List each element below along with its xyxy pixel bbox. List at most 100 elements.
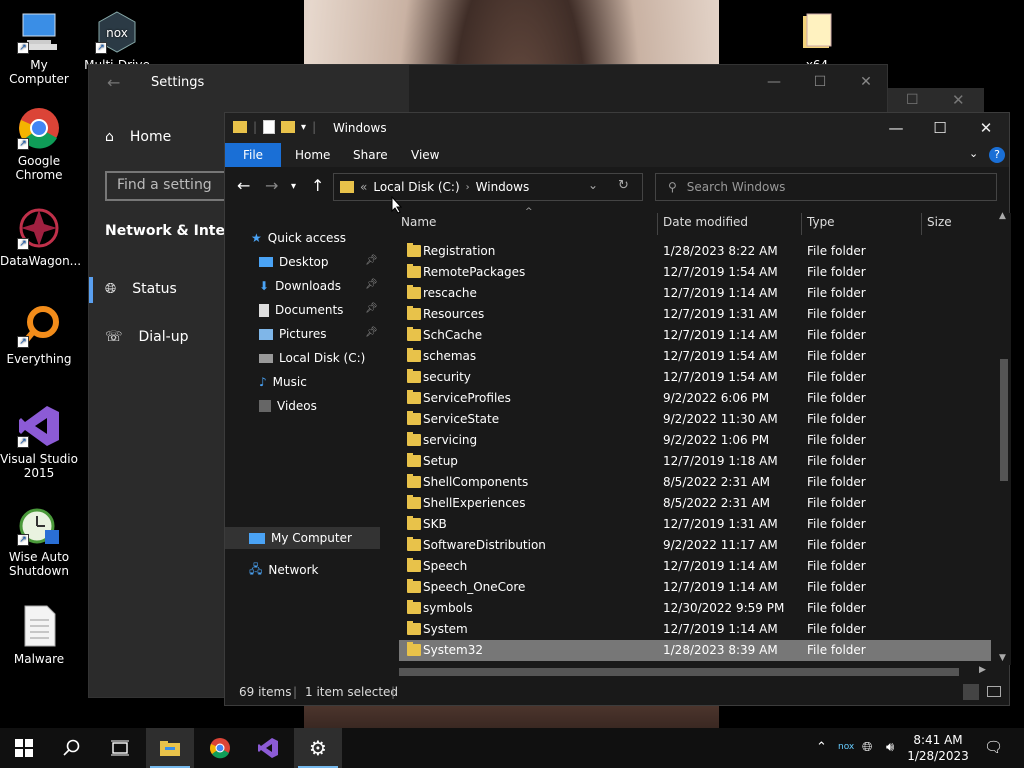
settings-item-status[interactable]: 🌐︎ Status [105,281,177,297]
column-type[interactable]: Type [807,215,835,229]
file-row[interactable]: System32 1/28/2023 8:39 AM File folder [399,640,991,661]
nav-item-pictures[interactable]: Pictures [259,323,327,345]
file-row[interactable]: rescache 12/7/2019 1:14 AM File folder [399,283,991,304]
back-arrow-icon[interactable]: ← [107,73,120,92]
file-row[interactable]: Speech 12/7/2019 1:14 AM File folder [399,556,991,577]
file-row[interactable]: SchCache 12/7/2019 1:14 AM File folder [399,325,991,346]
nav-item-my-computer[interactable]: My Computer [249,527,352,549]
task-view-button[interactable] [96,728,144,768]
new-folder-icon[interactable] [281,121,296,133]
search-button[interactable] [48,728,96,768]
details-view-icon[interactable] [963,684,979,700]
nav-item-desktop[interactable]: Desktop [259,251,329,273]
close-button[interactable]: ✕ [963,113,1009,143]
file-row[interactable]: Resources 12/7/2019 1:31 AM File folder [399,304,991,325]
nav-item-videos[interactable]: Videos [259,395,317,417]
file-row[interactable]: System 12/7/2019 1:14 AM File folder [399,619,991,640]
show-hidden-icons-chevron-up-icon[interactable]: ⌃ [816,740,827,755]
volume-icon[interactable]: 🔊︎ [886,740,894,755]
taskbar-visual-studio[interactable] [244,728,292,768]
file-row[interactable]: SoftwareDistribution 9/2/2022 11:17 AM Fil… [399,535,991,556]
properties-icon[interactable] [263,120,276,134]
nav-item-network[interactable]: 🖧︎ Network [249,559,319,581]
recent-locations-icon[interactable]: ▾ [291,181,296,192]
desktop-icon-datawagon[interactable]: ↗ DataWagon... [0,206,81,268]
minimize-button[interactable]: — [873,113,919,143]
file-row[interactable]: Speech_OneCore 12/7/2019 1:14 AM File fold… [399,577,991,598]
tab-view[interactable]: View [401,143,449,167]
breadcrumb-windows[interactable]: Windows [476,180,530,194]
nav-item-local-disk[interactable]: Local Disk (C:) [259,347,365,369]
desktop-icon-wise-auto-shutdown[interactable]: ↗ Wise Auto Shutdown [0,502,78,578]
scroll-right-icon[interactable]: ▶ [979,665,986,675]
taskbar-settings[interactable]: ⚙ [294,728,342,768]
close-icon[interactable]: ✕ [952,91,965,109]
pin-icon[interactable]: 📌︎ [365,255,378,266]
nav-item-documents[interactable]: Documents [259,299,343,321]
desktop-icon-malware[interactable]: Malware [0,604,78,666]
file-row[interactable]: RemotePackages 12/7/2019 1:54 AM File fold… [399,262,991,283]
desktop-icon-visual-studio[interactable]: ↗ Visual Studio 2015 [0,404,78,480]
maximize-button[interactable]: ☐ [917,113,963,143]
breadcrumb-local-disk[interactable]: Local Disk (C:) [373,180,459,194]
chevron-down-icon[interactable]: ⌄ [588,178,598,192]
taskbar-file-explorer[interactable] [146,728,194,768]
large-icons-view-icon[interactable] [987,686,1001,697]
address-bar[interactable]: « Local Disk (C:) › Windows ⌄ ↻ [333,173,643,201]
desktop-icon-multi-drive[interactable]: nox ↗ Multi-Drive [78,10,156,70]
tab-file[interactable]: File [225,143,281,167]
maximize-icon[interactable]: ☐ [906,92,919,108]
scroll-down-icon[interactable]: ▼ [999,653,1006,663]
column-name[interactable]: Name [401,215,436,229]
clock[interactable]: 8:41 AM 1/28/2023 [902,732,974,764]
back-arrow-icon[interactable]: ← [237,176,250,195]
column-date-modified[interactable]: Date modified [663,215,748,229]
nav-item-quick-access[interactable]: ★ Quick access [251,227,346,249]
maximize-button[interactable]: ☐ [797,71,843,95]
up-arrow-icon[interactable]: ↑ [311,176,324,195]
refresh-icon[interactable]: ↻ [618,178,629,193]
minimize-button[interactable]: — [751,71,797,95]
forward-arrow-icon[interactable]: → [265,176,278,195]
file-row[interactable]: security 12/7/2019 1:54 AM File folder [399,367,991,388]
globe-network-icon[interactable]: 🌐︎ [862,740,872,755]
nox-tray-icon[interactable]: nox [838,742,854,752]
desktop-icon-everything[interactable]: ↗ Everything [0,304,78,366]
taskbar-chrome[interactable] [196,728,244,768]
customize-dropdown-icon[interactable]: ▾ [301,122,306,133]
scroll-up-icon[interactable]: ▲ [999,211,1006,221]
file-row[interactable]: Setup 12/7/2019 1:18 AM File folder [399,451,991,472]
pin-icon[interactable]: 📌︎ [365,279,378,290]
settings-home-item[interactable]: ⌂ Home [105,129,171,145]
horizontal-scrollbar[interactable]: ▶ [395,665,995,679]
file-row[interactable]: ServiceProfiles 9/2/2022 6:06 PM File fold… [399,388,991,409]
nav-item-music[interactable]: ♪ Music [259,371,307,393]
file-row[interactable]: SKB 12/7/2019 1:31 AM File folder [399,514,991,535]
help-icon[interactable]: ? [989,147,1005,163]
search-input[interactable]: ⚲ Search Windows [655,173,997,201]
tab-share[interactable]: Share [343,143,398,167]
file-row[interactable]: ServiceState 9/2/2022 11:30 AM File folder [399,409,991,430]
vertical-scrollbar[interactable]: ▲ ▼ [997,211,1011,665]
nav-item-downloads[interactable]: ⬇ Downloads [259,275,341,297]
close-button[interactable]: ✕ [843,71,889,95]
pin-icon[interactable]: 📌︎ [365,327,378,338]
tab-home[interactable]: Home [285,143,340,167]
scroll-thumb[interactable] [399,668,959,676]
file-row[interactable]: servicing 9/2/2022 1:06 PM File folder [399,430,991,451]
file-row[interactable]: ShellExperiences 8/5/2022 2:31 AM File fol… [399,493,991,514]
desktop-icon-x64[interactable]: x64 [778,10,856,66]
file-row[interactable]: symbols 12/30/2022 9:59 PM File folder [399,598,991,619]
notification-icon[interactable]: 🗨︎ [984,738,1003,756]
scroll-thumb[interactable] [1000,359,1008,481]
expand-ribbon-icon[interactable]: ⌄ [969,147,978,160]
file-row[interactable]: Registration 1/28/2023 8:22 AM File folder [399,241,991,262]
file-row[interactable]: schemas 12/7/2019 1:54 AM File folder [399,346,991,367]
desktop-icon-google-chrome[interactable]: ↗ Google Chrome [0,106,78,182]
pin-icon[interactable]: 📌︎ [365,303,378,314]
start-button[interactable] [0,728,48,768]
settings-item-dial-up[interactable]: ☏ Dial-up [105,329,188,345]
column-size[interactable]: Size [927,215,952,229]
desktop-icon-my-computer[interactable]: ↗ My Computer [0,10,78,86]
file-row[interactable]: ShellComponents 8/5/2022 2:31 AM File fold… [399,472,991,493]
